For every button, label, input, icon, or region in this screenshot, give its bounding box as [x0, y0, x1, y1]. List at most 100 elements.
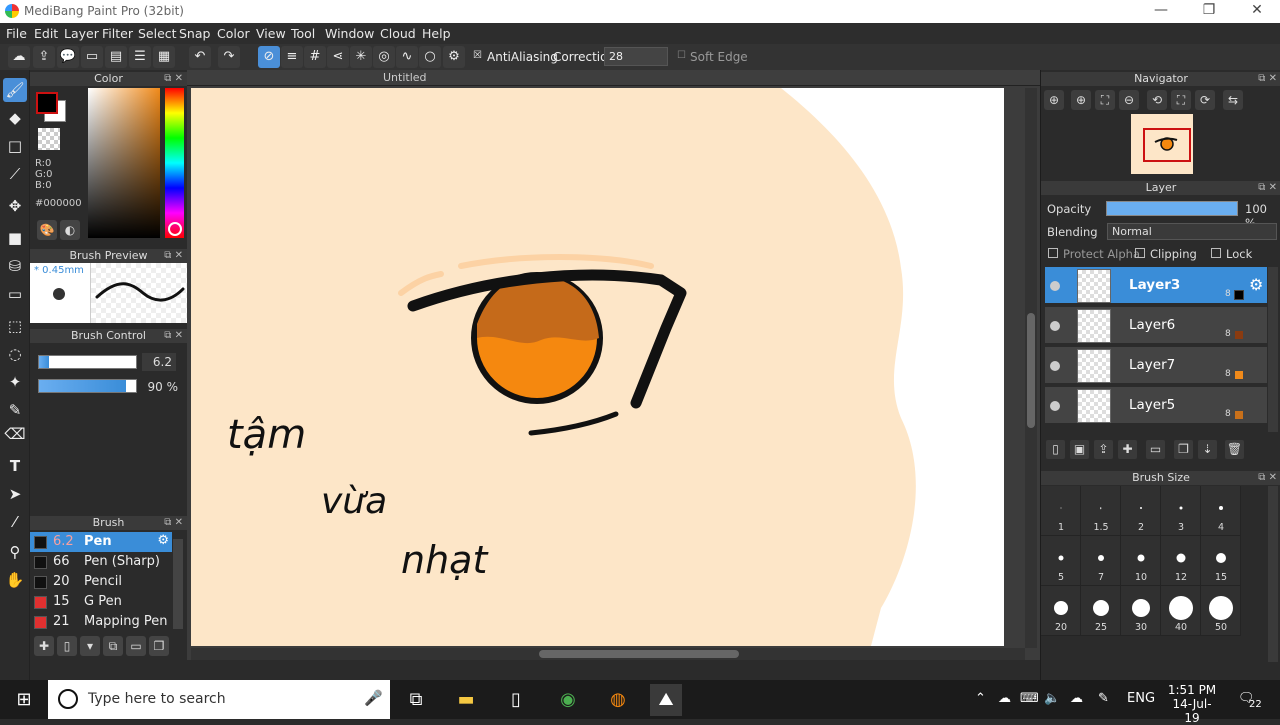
brush-size-cell[interactable]: 4: [1201, 486, 1241, 536]
new-layer-icon[interactable]: ▯: [1046, 440, 1065, 459]
grid-icon[interactable]: ▦: [153, 46, 175, 68]
onedrive-icon[interactable]: ☁: [998, 691, 1011, 706]
flip-icon[interactable]: ⇆: [1223, 90, 1243, 110]
visibility-toggle[interactable]: [1050, 361, 1060, 371]
transparent-color-swatch[interactable]: [38, 128, 60, 150]
visibility-toggle[interactable]: [1050, 401, 1060, 411]
new-brush-icon[interactable]: ▯: [57, 636, 77, 656]
brush-menu-icon[interactable]: ▾: [80, 636, 100, 656]
drawing-canvas[interactable]: tậm vừa nhạt: [191, 88, 1004, 646]
brush-size-cell[interactable]: 50: [1201, 586, 1241, 636]
merge-layer-icon[interactable]: ⇣: [1198, 440, 1217, 459]
zoom-in-icon[interactable]: ⊕: [1044, 90, 1064, 110]
dot-tool-icon[interactable]: □: [3, 134, 27, 158]
clipping-checkbox[interactable]: Clipping: [1135, 247, 1197, 261]
brush-size-slider[interactable]: [38, 355, 137, 369]
magic-wand-tool-icon[interactable]: ✦: [3, 370, 27, 394]
layer-settings-icon[interactable]: ⚙: [1249, 275, 1263, 294]
snap-perspective-icon[interactable]: ⋖: [327, 46, 349, 68]
snap-parallel-icon[interactable]: ≡: [281, 46, 303, 68]
gradation-tool-icon[interactable]: ▭: [3, 282, 27, 306]
brush-copy-icon[interactable]: ⧉: [103, 636, 123, 656]
fill-tool-icon[interactable]: ■: [3, 226, 27, 250]
select-tool-icon[interactable]: ⬚: [3, 314, 27, 338]
brush-size-cell[interactable]: 15: [1201, 536, 1241, 586]
canvas-horizontal-scrollbar[interactable]: [191, 648, 1025, 660]
select-pen-tool-icon[interactable]: ✎: [3, 398, 27, 422]
panel-close-icon[interactable]: ⧉ ✕: [164, 329, 183, 343]
page-list-icon[interactable]: ☰: [129, 46, 151, 68]
task-view-icon[interactable]: ⧉: [400, 684, 432, 716]
menu-view[interactable]: View: [256, 26, 286, 41]
menu-layer[interactable]: Layer: [64, 26, 99, 41]
correction-select[interactable]: 28: [604, 47, 668, 66]
brush-size-cell[interactable]: 25: [1081, 586, 1121, 636]
eraser-tool-icon[interactable]: ◆: [3, 106, 27, 130]
snap-grid-icon[interactable]: #: [304, 46, 326, 68]
settings-icon[interactable]: ⚙: [443, 46, 465, 68]
panel-close-icon[interactable]: ⧉ ✕: [1258, 72, 1277, 86]
color-history-icon[interactable]: ◐: [60, 220, 80, 240]
palette-icon[interactable]: 🎨: [37, 220, 57, 240]
panel-close-icon[interactable]: ⧉ ✕: [164, 72, 183, 86]
snap-off-icon[interactable]: ⊘: [258, 46, 280, 68]
zoom-out-icon[interactable]: ⊖: [1119, 90, 1139, 110]
brush-settings-icon[interactable]: ⚙: [157, 533, 169, 548]
duplicate-layer-icon[interactable]: ❐: [1174, 440, 1193, 459]
canvas-vertical-scrollbar[interactable]: [1025, 88, 1037, 648]
brush-size-cell[interactable]: 12: [1161, 536, 1201, 586]
microphone-icon[interactable]: 🎤: [364, 689, 383, 707]
brush-tool-icon[interactable]: 🖌: [3, 78, 27, 102]
comment-icon[interactable]: 💬: [57, 46, 79, 68]
brush-item-mapping-pen[interactable]: 21 Mapping Pen: [30, 612, 172, 632]
brush-item-pen[interactable]: 6.2 Pen ⚙: [30, 532, 172, 552]
select-eraser-tool-icon[interactable]: ⌫: [3, 422, 27, 446]
brush-item-g-pen[interactable]: 15 G Pen: [30, 592, 172, 612]
menu-select[interactable]: Select: [138, 26, 177, 41]
rotate-left-icon[interactable]: ⟲: [1147, 90, 1167, 110]
tray-chevron-icon[interactable]: ⌃: [975, 691, 986, 706]
delete-layer-icon[interactable]: 🗑: [1225, 440, 1244, 459]
brush-size-cell[interactable]: 20: [1041, 586, 1081, 636]
brush-folder-icon[interactable]: ▭: [126, 636, 146, 656]
comment-edit-icon[interactable]: ▭: [81, 46, 103, 68]
fit-icon[interactable]: ⛶: [1095, 90, 1115, 110]
menu-edit[interactable]: Edit: [34, 26, 58, 41]
brush-size-cell[interactable]: 5: [1041, 536, 1081, 586]
upload-icon[interactable]: ⇪: [33, 46, 55, 68]
rotate-right-icon[interactable]: ⟳: [1195, 90, 1215, 110]
lock-checkbox[interactable]: Lock: [1211, 247, 1252, 261]
brush-size-scrollbar[interactable]: [1268, 486, 1278, 662]
document-tab[interactable]: Untitled: [187, 70, 1040, 86]
keyboard-icon[interactable]: ⌨: [1020, 691, 1039, 706]
divide-tool-icon[interactable]: ⁄: [3, 510, 27, 534]
brush-size-value[interactable]: 6.2: [142, 353, 176, 371]
brush-size-cell[interactable]: 2: [1121, 486, 1161, 536]
menu-help[interactable]: Help: [422, 26, 451, 41]
brush-size-cell[interactable]: 10: [1121, 536, 1161, 586]
windows-start-icon[interactable]: ⊞: [8, 684, 40, 716]
brush-size-cell[interactable]: 1.5: [1081, 486, 1121, 536]
lasso-tool-icon[interactable]: ◌: [3, 342, 27, 366]
menu-cloud[interactable]: Cloud: [380, 26, 416, 41]
brush-size-cell[interactable]: 7: [1081, 536, 1121, 586]
redo-icon[interactable]: ↷: [218, 46, 240, 68]
menu-file[interactable]: File: [6, 26, 27, 41]
panel-close-icon[interactable]: ⧉ ✕: [1258, 181, 1277, 195]
hue-slider[interactable]: [165, 88, 184, 238]
undo-icon[interactable]: ↶: [189, 46, 211, 68]
brush-item-pen-sharp[interactable]: 66 Pen (Sharp): [30, 552, 172, 572]
horizontal-scroll-thumb[interactable]: [539, 650, 739, 658]
snap-curve-icon[interactable]: ∿: [396, 46, 418, 68]
visibility-toggle[interactable]: [1050, 281, 1060, 291]
new-halftone-layer-icon[interactable]: ▣: [1070, 440, 1089, 459]
move-tool-icon[interactable]: ✥: [3, 194, 27, 218]
minimize-button[interactable]: —: [1146, 2, 1176, 22]
menu-tool[interactable]: Tool: [291, 26, 315, 41]
brush-size-cell[interactable]: 1: [1041, 486, 1081, 536]
taskbar-search[interactable]: Type here to search 🎤: [48, 680, 390, 719]
protect-alpha-checkbox[interactable]: Protect Alpha: [1048, 247, 1140, 261]
navigator-thumbnail[interactable]: [1131, 114, 1193, 174]
document-app-icon[interactable]: ▯: [500, 684, 532, 716]
paint-app-icon[interactable]: ◍: [602, 684, 634, 716]
